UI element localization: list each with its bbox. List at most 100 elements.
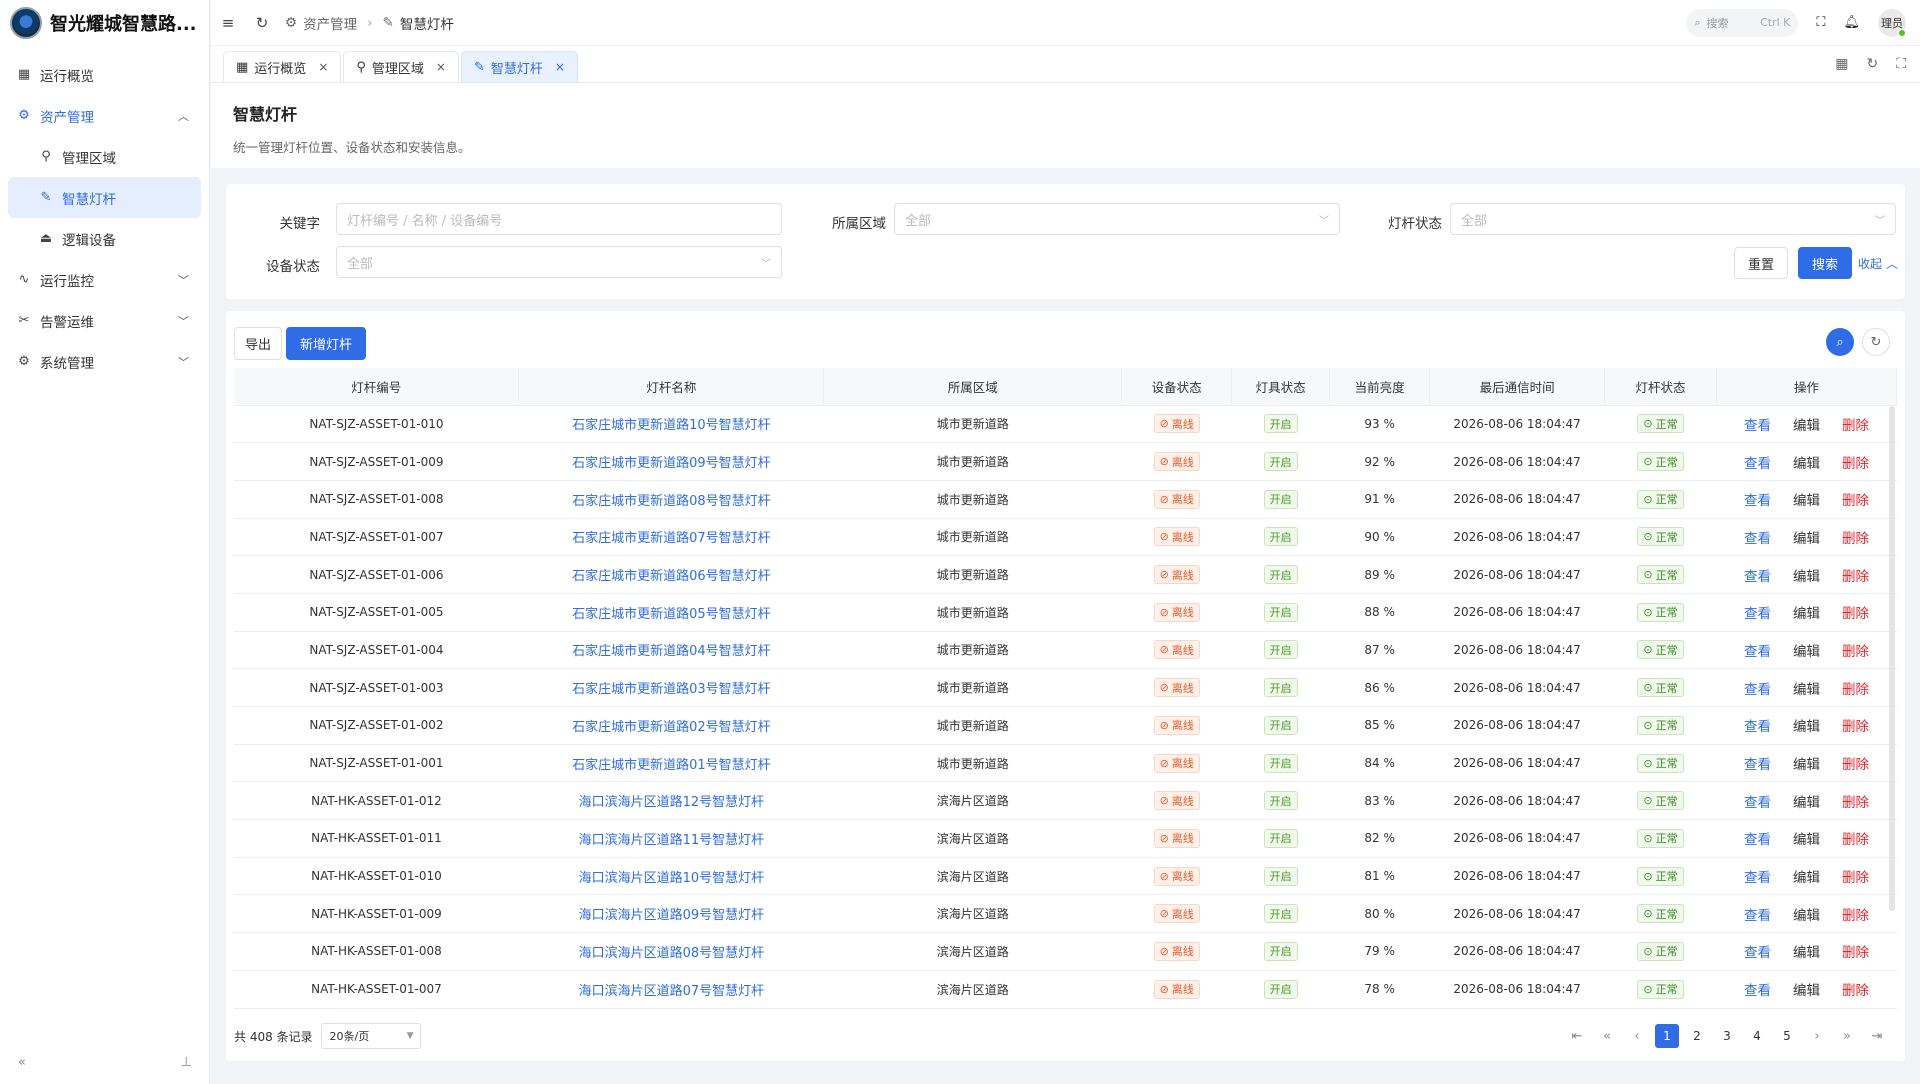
pole-name-link[interactable]: 石家庄城市更新道路05号智慧灯杆 (518, 593, 824, 632)
edit-button[interactable]: 编辑 (1793, 832, 1820, 848)
prev-page-icon[interactable]: ‹ (1625, 1024, 1649, 1048)
delete-button[interactable]: 删除 (1842, 795, 1869, 811)
edit-button[interactable]: 编辑 (1793, 569, 1820, 585)
page-size-select[interactable]: 20条/页 ▼ (320, 1023, 421, 1049)
view-button[interactable]: 查看 (1744, 795, 1771, 811)
table-row[interactable]: NAT-SJZ-ASSET-01-007 石家庄城市更新道路07号智慧灯杆 城市更新… (234, 518, 1897, 557)
view-button[interactable]: 查看 (1744, 418, 1771, 434)
delete-button[interactable]: 删除 (1842, 456, 1869, 472)
view-button[interactable]: 查看 (1744, 983, 1771, 999)
view-button[interactable]: 查看 (1744, 644, 1771, 660)
table-row[interactable]: NAT-HK-ASSET-01-008 海口滨海片区道路08号智慧灯杆 滨海片区道路… (234, 932, 1897, 971)
view-button[interactable]: 查看 (1744, 908, 1771, 924)
col-header[interactable]: 灯杆编号 (234, 368, 520, 406)
sidebar-item-monitoring[interactable]: ∿ 运行监控 ﹀ (8, 259, 201, 300)
tab-overview[interactable]: ▦ 运行概览 × (223, 51, 342, 82)
delete-button[interactable]: 删除 (1842, 908, 1869, 924)
pole-name-link[interactable]: 海口滨海片区道路12号智慧灯杆 (518, 781, 824, 821)
sidebar-item-alarm-ops[interactable]: ✂ 告警运维 ﹀ (8, 300, 201, 341)
export-button[interactable]: 导出 (234, 327, 282, 360)
bell-icon[interactable]: 🔔︎ (1843, 15, 1860, 30)
pole-name-link[interactable]: 海口滨海片区道路09号智慧灯杆 (518, 894, 824, 934)
edit-button[interactable]: 编辑 (1793, 795, 1820, 811)
area-select[interactable]: 全部 ﹀ (894, 203, 1340, 235)
pole-status-select[interactable]: 全部 ﹀ (1450, 203, 1896, 235)
table-row[interactable]: NAT-SJZ-ASSET-01-006 石家庄城市更新道路06号智慧灯杆 城市更新… (234, 555, 1897, 594)
pole-name-link[interactable]: 石家庄城市更新道路04号智慧灯杆 (518, 631, 824, 670)
pole-name-link[interactable]: 海口滨海片区道路08号智慧灯杆 (518, 932, 824, 971)
page-number[interactable]: 4 (1745, 1024, 1769, 1048)
table-row[interactable]: NAT-SJZ-ASSET-01-002 石家庄城市更新道路02号智慧灯杆 城市更新… (234, 706, 1897, 745)
avatar[interactable]: 理员 (1878, 8, 1906, 37)
col-header[interactable]: 灯杆状态 (1604, 368, 1718, 406)
next-page-icon[interactable]: › (1805, 1024, 1829, 1048)
table-row[interactable]: NAT-SJZ-ASSET-01-005 石家庄城市更新道路05号智慧灯杆 城市更新… (234, 593, 1897, 632)
col-header[interactable]: 所属区域 (823, 368, 1123, 406)
screenshot-icon[interactable]: ⛶ (1896, 56, 1906, 72)
search-button[interactable]: 搜索 (1798, 247, 1852, 279)
table-search-icon[interactable]: ⌕ (1826, 328, 1854, 356)
pole-name-link[interactable]: 石家庄城市更新道路02号智慧灯杆 (518, 706, 824, 745)
view-button[interactable]: 查看 (1744, 531, 1771, 547)
sidebar-item-asset-management[interactable]: ⚙ 资产管理 ︿ (8, 95, 201, 136)
view-button[interactable]: 查看 (1744, 493, 1771, 509)
page-number[interactable]: 2 (1685, 1024, 1709, 1048)
sidebar-item-logic-device[interactable]: ⏏ 逻辑设备 (8, 218, 201, 259)
keyword-input[interactable]: 灯杆编号 / 名称 / 设备编号 (336, 203, 782, 235)
close-icon[interactable]: × (436, 60, 446, 74)
pole-name-link[interactable]: 石家庄城市更新道路10号智慧灯杆 (518, 405, 824, 444)
page-number[interactable]: 5 (1775, 1024, 1799, 1048)
table-row[interactable]: NAT-SJZ-ASSET-01-009 石家庄城市更新道路09号智慧灯杆 城市更新… (234, 442, 1897, 481)
collapse-filter-button[interactable]: 收起 ︿ (1858, 255, 1898, 272)
view-button[interactable]: 查看 (1744, 719, 1771, 735)
pole-name-link[interactable]: 石家庄城市更新道路09号智慧灯杆 (518, 442, 824, 481)
global-search[interactable]: ⌕ 搜索 Ctrl K (1686, 8, 1799, 37)
table-refresh-icon[interactable]: ↻ (1862, 328, 1890, 356)
delete-button[interactable]: 删除 (1842, 644, 1869, 660)
pole-name-link[interactable]: 海口滨海片区道路10号智慧灯杆 (518, 857, 824, 896)
tab-management-area[interactable]: ⚲ 管理区域 × (343, 51, 459, 82)
table-row[interactable]: NAT-SJZ-ASSET-01-003 石家庄城市更新道路03号智慧灯杆 城市更新… (234, 668, 1897, 707)
view-button[interactable]: 查看 (1744, 945, 1771, 961)
sidebar-item-overview[interactable]: ▦ 运行概览 (8, 54, 201, 95)
device-status-select[interactable]: 全部 ﹀ (336, 246, 782, 278)
view-button[interactable]: 查看 (1744, 832, 1771, 848)
reload-icon[interactable]: ↻ (1866, 56, 1878, 72)
col-header[interactable]: 设备状态 (1121, 368, 1233, 406)
prev-jump-icon[interactable]: « (1595, 1024, 1619, 1048)
pole-name-link[interactable]: 石家庄城市更新道路01号智慧灯杆 (518, 744, 824, 783)
sidebar-item-management-area[interactable]: ⚲ 管理区域 (8, 136, 201, 177)
edit-button[interactable]: 编辑 (1793, 493, 1820, 509)
close-icon[interactable]: × (555, 60, 565, 74)
pole-name-link[interactable]: 海口滨海片区道路07号智慧灯杆 (518, 970, 824, 1009)
sidebar-item-system[interactable]: ⚙ 系统管理 ﹀ (8, 341, 201, 382)
table-row[interactable]: NAT-HK-ASSET-01-010 海口滨海片区道路10号智慧灯杆 滨海片区道路… (234, 857, 1897, 896)
table-row[interactable]: NAT-HK-ASSET-01-007 海口滨海片区道路07号智慧灯杆 滨海片区道路… (234, 970, 1897, 1009)
close-icon[interactable]: × (318, 60, 328, 74)
table-scrollbar[interactable] (1889, 406, 1895, 911)
delete-button[interactable]: 删除 (1842, 945, 1869, 961)
edit-button[interactable]: 编辑 (1793, 606, 1820, 622)
view-button[interactable]: 查看 (1744, 456, 1771, 472)
table-row[interactable]: NAT-SJZ-ASSET-01-008 石家庄城市更新道路08号智慧灯杆 城市更新… (234, 480, 1897, 519)
view-button[interactable]: 查看 (1744, 757, 1771, 773)
refresh-icon[interactable]: ↻ (245, 14, 279, 32)
delete-button[interactable]: 删除 (1842, 870, 1869, 886)
delete-button[interactable]: 删除 (1842, 719, 1869, 735)
pin-icon[interactable]: ⊥ (181, 1055, 192, 1070)
delete-button[interactable]: 删除 (1842, 682, 1869, 698)
sidebar-item-smart-pole[interactable]: ✎ 智慧灯杆 (8, 177, 201, 218)
table-row[interactable]: NAT-SJZ-ASSET-01-001 石家庄城市更新道路01号智慧灯杆 城市更新… (234, 744, 1897, 783)
delete-button[interactable]: 删除 (1842, 569, 1869, 585)
pole-name-link[interactable]: 石家庄城市更新道路08号智慧灯杆 (518, 480, 824, 519)
table-row[interactable]: NAT-HK-ASSET-01-009 海口滨海片区道路09号智慧灯杆 滨海片区道路… (234, 894, 1897, 934)
edit-button[interactable]: 编辑 (1793, 418, 1820, 434)
app-logo[interactable]: 智光耀城智慧路... (0, 0, 209, 46)
last-page-icon[interactable]: ⇥ (1865, 1024, 1889, 1048)
edit-button[interactable]: 编辑 (1793, 644, 1820, 660)
edit-button[interactable]: 编辑 (1793, 908, 1820, 924)
pole-name-link[interactable]: 石家庄城市更新道路06号智慧灯杆 (518, 555, 824, 594)
next-jump-icon[interactable]: » (1835, 1024, 1859, 1048)
view-button[interactable]: 查看 (1744, 606, 1771, 622)
edit-button[interactable]: 编辑 (1793, 757, 1820, 773)
